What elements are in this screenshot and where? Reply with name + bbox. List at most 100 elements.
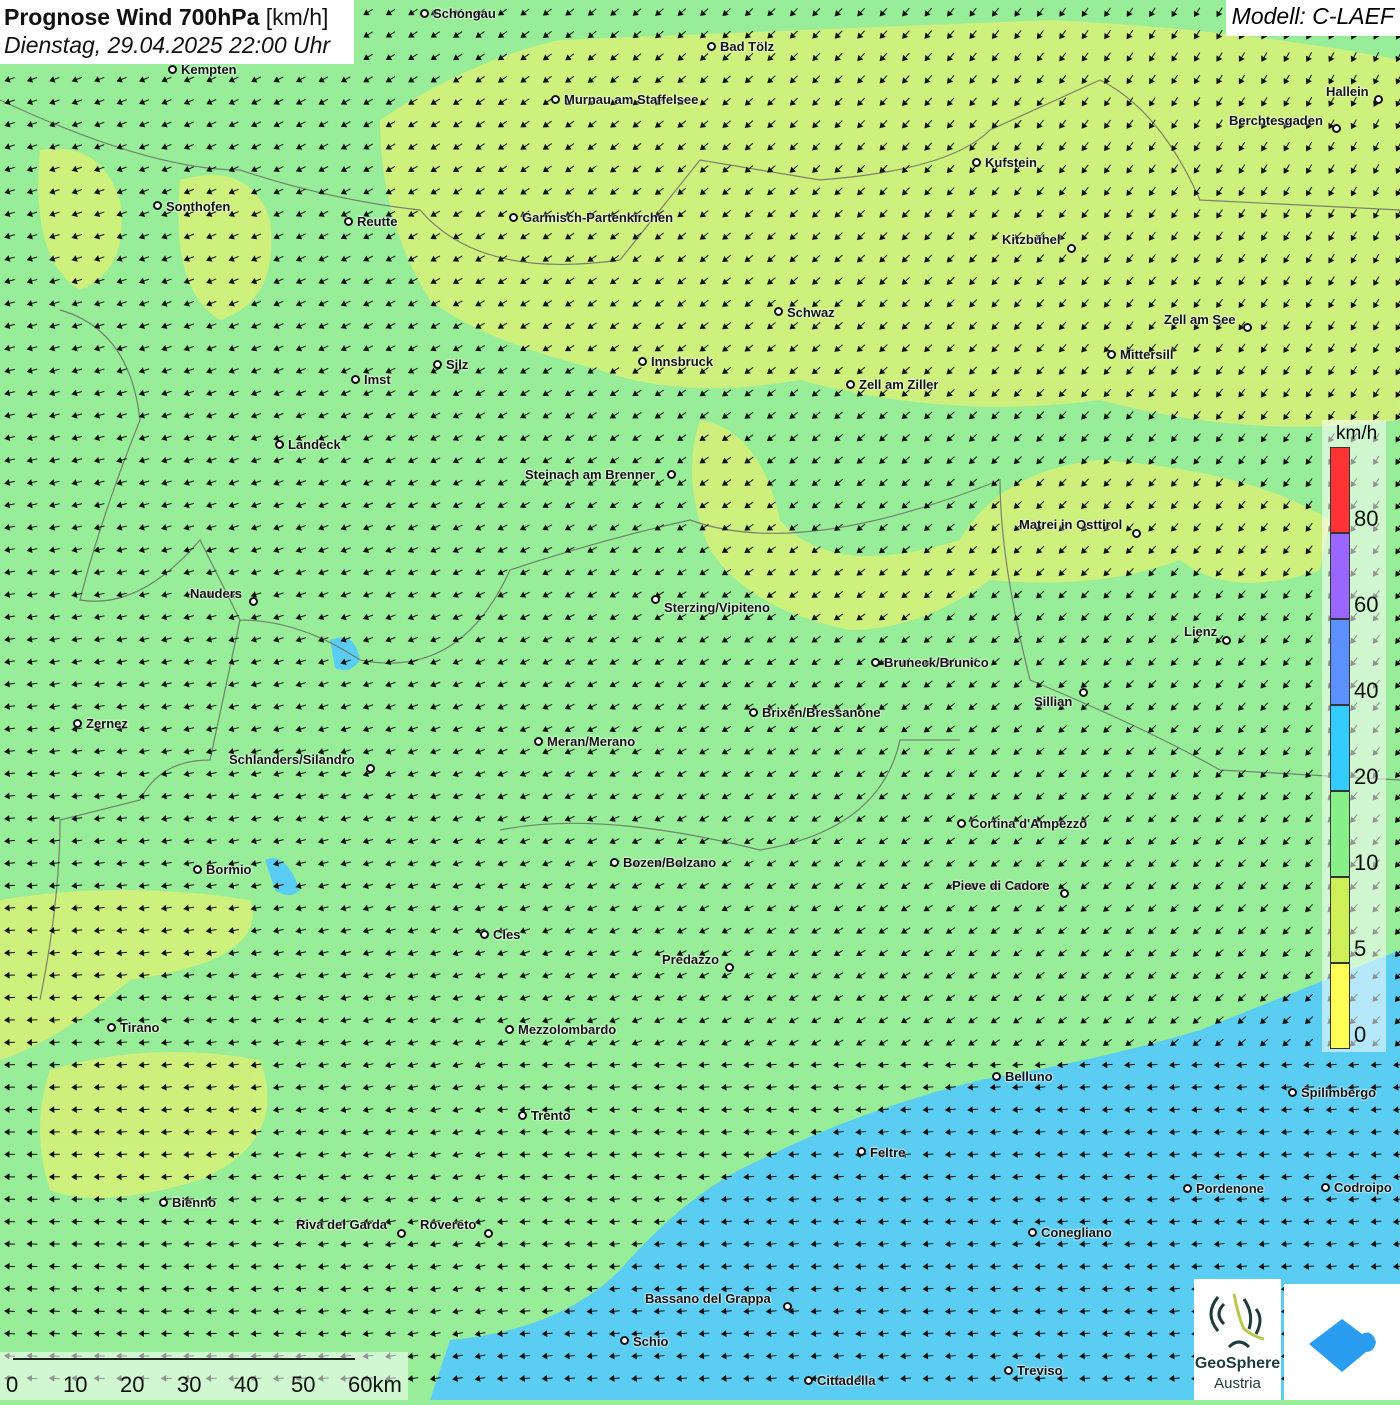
legend-unit: km/h (1336, 423, 1378, 444)
geosphere-name: GeoSphere (1194, 1355, 1281, 1372)
legend-label: 40 (1354, 678, 1379, 703)
city-marker (1067, 244, 1076, 253)
city-label: Mezzolombardo (518, 1022, 617, 1037)
city-label: Matrei in Osttirol (1019, 517, 1123, 532)
map-unit: [km/h] (265, 4, 329, 30)
city-label: Silz (446, 357, 469, 372)
city-marker (480, 930, 489, 939)
city-marker (193, 865, 202, 874)
house-cloud-icon (1309, 1319, 1376, 1372)
city-marker (107, 1023, 116, 1032)
city-label: Berchtesgaden (1229, 113, 1323, 128)
city-marker (420, 9, 429, 18)
city-marker (667, 470, 676, 479)
city-marker (871, 658, 880, 667)
city-marker (153, 201, 162, 210)
city-marker (344, 217, 353, 226)
city-marker (972, 158, 981, 167)
city-marker (168, 65, 177, 74)
city-label: Bormio (206, 862, 252, 877)
geosphere-logo[interactable]: GeoSphere Austria (1194, 1279, 1281, 1400)
city-marker (249, 597, 258, 606)
city-label: Bad Tölz (720, 39, 775, 54)
city-label: Hallein (1326, 84, 1369, 99)
city-label: Schlanders/Silandro (229, 752, 355, 767)
city-marker (783, 1302, 792, 1311)
city-marker (725, 963, 734, 972)
city-label: Brixen/Bressanone (762, 705, 881, 720)
city-label: Reutte (357, 214, 398, 229)
city-marker (1332, 124, 1341, 133)
city-label: Kempten (181, 62, 237, 77)
city-label: Bozen/Bolzano (623, 855, 717, 870)
scale-label: 30 (177, 1372, 202, 1397)
legend-label: 5 (1354, 936, 1367, 961)
city-label: Bassano del Grappa (645, 1291, 771, 1306)
legend-swatch (1330, 533, 1350, 619)
city-marker (1374, 95, 1383, 104)
city-marker (804, 1376, 813, 1385)
legend-swatch (1330, 705, 1350, 791)
city-label: Lienz (1184, 624, 1218, 639)
city-marker (992, 1072, 1001, 1081)
legend-swatch (1330, 619, 1350, 705)
city-label: Feltre (870, 1145, 906, 1160)
city-label: Zell am Ziller (859, 377, 939, 392)
city-label: Steinach am Brenner (525, 467, 656, 482)
city-marker (1060, 889, 1069, 898)
city-marker (505, 1025, 514, 1034)
city-marker (275, 440, 284, 449)
legend-label: 20 (1354, 764, 1379, 789)
city-label: Riva del Garda (296, 1217, 388, 1232)
city-label: Schio (633, 1334, 669, 1349)
city-marker (509, 213, 518, 222)
map-title: Prognose Wind 700hPa (4, 4, 260, 30)
legend-swatch (1330, 791, 1350, 877)
city-label: Cortina d'Ampezzo (970, 816, 1088, 831)
title-box: Prognose Wind 700hPa [km/h] Dienstag, 29… (0, 0, 354, 64)
model-label: Modell: C-LAEF (1225, 0, 1400, 36)
city-label: Schongau (433, 6, 496, 21)
city-label: Nauders (190, 586, 243, 601)
scale-label: 40 (234, 1372, 259, 1397)
city-label: Sonthofen (166, 199, 231, 214)
city-marker (1222, 636, 1231, 645)
city-marker (651, 595, 660, 604)
weather-app-logo[interactable] (1284, 1284, 1400, 1400)
city-label: Rovereto (420, 1217, 477, 1232)
city-label: Belluno (1005, 1069, 1053, 1084)
city-label: Landeck (288, 437, 341, 452)
city-label: Bruneck/Brunico (884, 655, 989, 670)
scale-label: 60km (348, 1372, 402, 1397)
city-label: Sillian (1034, 694, 1073, 709)
city-marker (957, 819, 966, 828)
city-marker (1243, 323, 1252, 332)
city-label: Kufstein (985, 155, 1037, 170)
city-label: Sterzing/Vipiteno (664, 600, 770, 615)
city-marker (1132, 529, 1141, 538)
city-label: Murnau am Staffelsee (564, 92, 699, 107)
city-label: Bienno (172, 1195, 217, 1210)
city-marker (638, 357, 647, 366)
city-marker (551, 95, 560, 104)
city-marker (774, 307, 783, 316)
city-label: Zell am See (1164, 312, 1236, 327)
geosphere-emblem-icon (1209, 1293, 1265, 1349)
city-label: Treviso (1017, 1363, 1063, 1378)
city-marker (1079, 688, 1088, 697)
city-label: Zernez (86, 716, 128, 731)
city-label: Codroipo (1334, 1180, 1392, 1195)
city-marker (159, 1198, 168, 1207)
city-marker (610, 858, 619, 867)
city-marker (518, 1111, 527, 1120)
scale-label: 0 (6, 1372, 19, 1397)
city-marker (1107, 350, 1116, 359)
city-marker (1004, 1366, 1013, 1375)
city-marker (749, 708, 758, 717)
city-marker (620, 1336, 629, 1345)
city-marker (1321, 1183, 1330, 1192)
city-marker (484, 1229, 493, 1238)
city-label: Imst (364, 372, 391, 387)
city-marker (534, 737, 543, 746)
legend-label: 0 (1354, 1022, 1367, 1047)
